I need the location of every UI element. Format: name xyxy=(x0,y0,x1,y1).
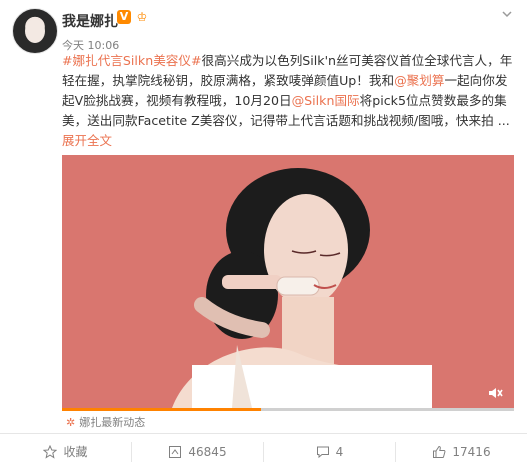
mute-icon[interactable] xyxy=(487,385,503,401)
latest-updates-label: 娜扎最新动态 xyxy=(79,416,146,429)
favorite-label: 收藏 xyxy=(63,445,88,459)
repost-icon xyxy=(169,445,182,458)
latest-updates-link[interactable]: ✲ 娜扎最新动态 xyxy=(66,414,145,430)
username[interactable]: 我是娜扎 xyxy=(62,11,118,31)
mention-link[interactable]: @Silkn国际 xyxy=(292,93,360,108)
repost-count: 46845 xyxy=(188,444,227,459)
favorite-button[interactable]: 收藏 xyxy=(0,434,131,469)
mention-link[interactable]: @聚划算 xyxy=(394,73,444,88)
star-icon xyxy=(43,444,58,459)
post-actions-bar: 收藏 46845 4 17416 xyxy=(0,434,527,469)
comment-button[interactable]: 4 xyxy=(264,434,395,469)
thumbs-up-icon xyxy=(433,445,446,458)
repost-button[interactable]: 46845 xyxy=(132,434,263,469)
comment-icon xyxy=(316,446,329,458)
hashtag-link[interactable]: #娜扎代言Silkn美容仪# xyxy=(62,53,202,68)
video-player[interactable] xyxy=(62,155,514,408)
comment-count: 4 xyxy=(335,444,344,459)
weibo-post-card: 我是娜扎 V ♔ 今天 10:06 #娜扎代言Silkn美容仪#很高兴成为以色列… xyxy=(0,0,527,469)
expand-full-text-link[interactable]: 展开全文 xyxy=(62,130,112,149)
video-progress-bar[interactable] xyxy=(62,408,514,411)
crown-icon: ♔ xyxy=(136,10,148,24)
sparkle-icon: ✲ xyxy=(66,416,76,429)
like-button[interactable]: 17416 xyxy=(396,434,527,469)
chevron-down-icon[interactable] xyxy=(501,8,513,20)
verified-badge: V xyxy=(117,10,131,24)
post-text: #娜扎代言Silkn美容仪#很高兴成为以色列Silk'n丝可美容仪首位全球代言人… xyxy=(62,51,514,131)
video-frame xyxy=(62,155,514,408)
avatar[interactable] xyxy=(12,8,58,54)
avatar-face xyxy=(25,19,45,43)
video-progress-fill xyxy=(62,408,261,411)
like-count: 17416 xyxy=(452,444,491,459)
